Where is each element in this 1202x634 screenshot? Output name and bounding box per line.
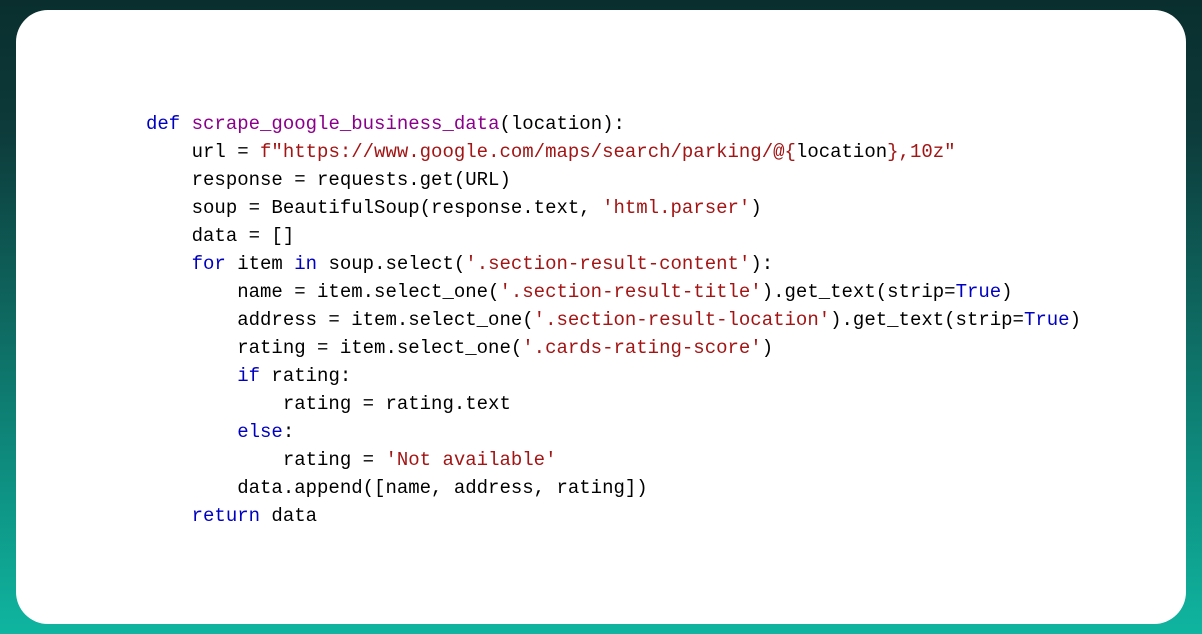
code-text: rating = — [146, 449, 385, 471]
fstring-suffix: },10z" — [887, 141, 955, 163]
string-literal: '.cards-rating-score' — [522, 337, 761, 359]
code-text: rating: — [260, 365, 351, 387]
keyword-for: for — [192, 253, 226, 275]
code-text: ): — [750, 253, 773, 275]
string-literal: 'Not available' — [385, 449, 556, 471]
code-text: rating = item.select_one( — [146, 337, 522, 359]
string-literal: '.section-result-location' — [534, 309, 830, 331]
fstring-var: location — [796, 141, 887, 163]
string-literal: 'html.parser' — [602, 197, 750, 219]
keyword-else: else — [237, 421, 283, 443]
code-text — [146, 253, 192, 275]
code-text: address = item.select_one( — [146, 309, 534, 331]
code-text: ).get_text(strip= — [762, 281, 956, 303]
code-text: ) — [762, 337, 773, 359]
fstring-prefix: f"https://www.google.com/maps/search/par… — [260, 141, 796, 163]
code-line: data.append([name, address, rating]) — [146, 477, 648, 499]
code-text: ).get_text(strip= — [830, 309, 1024, 331]
keyword-def: def — [146, 113, 180, 135]
code-text — [146, 505, 192, 527]
code-panel: def scrape_google_business_data(location… — [16, 10, 1186, 624]
keyword-in: in — [294, 253, 317, 275]
code-text: soup = BeautifulSoup(response.text, — [146, 197, 602, 219]
code-text: ) — [1070, 309, 1081, 331]
code-text: ) — [1001, 281, 1012, 303]
boolean-true: True — [1024, 309, 1070, 331]
keyword-return: return — [192, 505, 260, 527]
function-name: scrape_google_business_data — [180, 113, 499, 135]
code-text: soup.select( — [317, 253, 465, 275]
code-line: response = requests.get(URL) — [146, 169, 511, 191]
code-block: def scrape_google_business_data(location… — [146, 110, 1066, 530]
boolean-true: True — [956, 281, 1002, 303]
code-line: data = [] — [146, 225, 294, 247]
string-literal: '.section-result-title' — [499, 281, 761, 303]
code-text: data — [260, 505, 317, 527]
code-text: : — [283, 421, 294, 443]
code-line: rating = rating.text — [146, 393, 511, 415]
code-text: item — [226, 253, 294, 275]
function-params: (location): — [499, 113, 624, 135]
keyword-if: if — [237, 365, 260, 387]
string-literal: '.section-result-content' — [465, 253, 750, 275]
code-text — [146, 421, 237, 443]
code-text: url = — [146, 141, 260, 163]
code-text — [146, 365, 237, 387]
code-text: ) — [750, 197, 761, 219]
code-text: name = item.select_one( — [146, 281, 499, 303]
